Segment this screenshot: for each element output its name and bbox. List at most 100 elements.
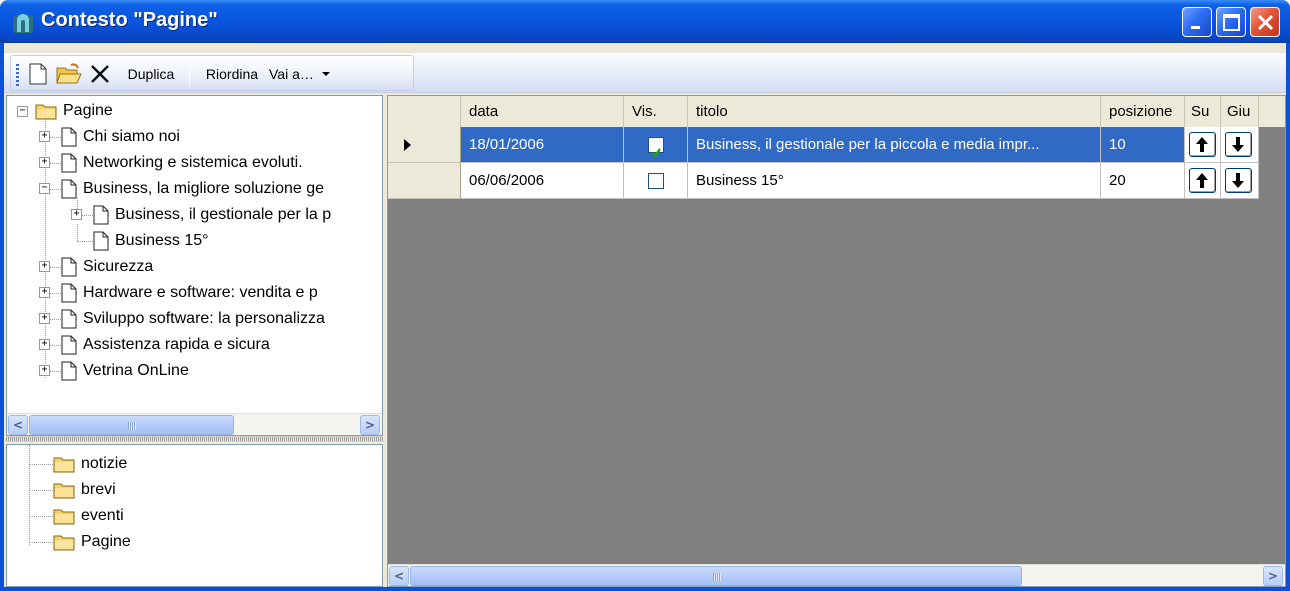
context-item[interactable]: notizie bbox=[53, 451, 127, 477]
grid-header: data Vis. titolo posizione Su Giu bbox=[388, 96, 1285, 127]
move-up-button[interactable] bbox=[1189, 168, 1216, 193]
scroll-thumb[interactable] bbox=[410, 566, 1022, 586]
row-header[interactable] bbox=[388, 163, 461, 199]
cell-titolo[interactable]: Business, il gestionale per la piccola e… bbox=[688, 127, 1101, 163]
collapse-expander[interactable]: − bbox=[17, 105, 28, 117]
reorder-button[interactable]: Riordina bbox=[197, 60, 267, 88]
expand-expander[interactable]: + bbox=[39, 339, 50, 350]
collapse-expander[interactable]: − bbox=[39, 183, 50, 194]
scroll-right-arrow[interactable]: > bbox=[1263, 566, 1283, 586]
toolbar-panel: Duplica Riordina Vai a… bbox=[10, 55, 414, 91]
tree-node[interactable]: + Assistenza rapida e sicura bbox=[39, 332, 270, 358]
grid-hscrollbar[interactable]: < > bbox=[388, 564, 1285, 586]
context-item[interactable]: eventi bbox=[53, 503, 124, 529]
table-row[interactable]: 06/06/2006 Business 15° 20 bbox=[388, 163, 1285, 199]
tree-node[interactable]: + Hardware e software: vendita e p bbox=[39, 280, 318, 306]
tree-line bbox=[29, 464, 53, 465]
tree-node-label: Business 15° bbox=[115, 232, 209, 249]
cell-giu[interactable] bbox=[1221, 163, 1259, 199]
thumb-grip bbox=[128, 422, 136, 430]
scroll-left-arrow[interactable]: < bbox=[389, 566, 409, 586]
cell-posizione[interactable]: 10 bbox=[1101, 127, 1185, 163]
scroll-right-arrow[interactable]: > bbox=[360, 415, 380, 435]
move-up-button[interactable] bbox=[1189, 132, 1216, 157]
cell-data[interactable]: 06/06/2006 bbox=[461, 163, 624, 199]
scroll-thumb[interactable] bbox=[29, 415, 234, 435]
move-down-button[interactable] bbox=[1225, 168, 1252, 193]
context-item[interactable]: brevi bbox=[53, 477, 116, 503]
cell-data[interactable]: 18/01/2006 bbox=[461, 127, 624, 163]
new-button[interactable] bbox=[25, 60, 51, 88]
column-header-su[interactable]: Su bbox=[1185, 96, 1221, 127]
expand-expander[interactable]: + bbox=[39, 261, 50, 272]
context-list[interactable]: notizie brevi eventi Pagine bbox=[6, 444, 383, 587]
cell-posizione[interactable]: 20 bbox=[1101, 163, 1185, 199]
tree-node[interactable]: − Business, la migliore soluzione ge bbox=[39, 176, 324, 202]
scroll-left-arrow[interactable]: < bbox=[8, 415, 28, 435]
arrow-up-icon bbox=[1196, 137, 1208, 152]
maximize-button[interactable] bbox=[1216, 7, 1246, 37]
row-header[interactable] bbox=[388, 127, 461, 163]
column-header-data[interactable]: data bbox=[461, 96, 624, 127]
pane-splitter[interactable] bbox=[6, 436, 383, 442]
tree-node-label: Sviluppo software: la personalizza bbox=[83, 310, 325, 327]
pages-grid[interactable]: data Vis. titolo posizione Su Giu 18/01/… bbox=[387, 95, 1286, 587]
visible-checkbox[interactable] bbox=[648, 137, 664, 158]
cell-su[interactable] bbox=[1185, 163, 1221, 199]
open-folder-icon bbox=[56, 63, 82, 84]
cell-giu[interactable] bbox=[1221, 127, 1259, 163]
context-label: notizie bbox=[81, 455, 128, 472]
move-down-button[interactable] bbox=[1225, 132, 1252, 157]
expand-expander[interactable]: + bbox=[71, 209, 82, 220]
client-area: Duplica Riordina Vai a… − Pagine + Chi s… bbox=[4, 43, 1286, 587]
tree-node-label: Business, il gestionale per la p bbox=[115, 206, 332, 223]
table-row[interactable]: 18/01/2006 Business, il gestionale per la… bbox=[388, 127, 1285, 163]
toolbar: Duplica Riordina Vai a… bbox=[4, 53, 1286, 93]
page-document-icon bbox=[61, 153, 77, 173]
tree-hscrollbar[interactable]: < > bbox=[7, 413, 382, 435]
tree-node[interactable]: + Vetrina OnLine bbox=[39, 358, 189, 384]
expand-expander[interactable]: + bbox=[39, 365, 50, 376]
column-header-giu[interactable]: Giu bbox=[1221, 96, 1259, 127]
context-item[interactable]: Pagine bbox=[53, 529, 131, 555]
expand-expander[interactable]: + bbox=[39, 131, 50, 142]
goto-dropdown[interactable]: Vai a… bbox=[269, 60, 345, 88]
page-document-icon bbox=[61, 257, 77, 277]
tree-node-label: Vetrina OnLine bbox=[83, 362, 189, 379]
tree-line bbox=[29, 542, 53, 543]
tree-node[interactable]: + Sicurezza bbox=[39, 254, 153, 280]
expand-expander[interactable]: + bbox=[39, 157, 50, 168]
tree-node-label: Assistenza rapida e sicura bbox=[83, 336, 270, 353]
expand-expander[interactable]: + bbox=[39, 287, 50, 298]
arrow-up-icon bbox=[1196, 173, 1208, 188]
tree-node[interactable]: + Chi siamo noi bbox=[39, 124, 180, 150]
column-header-titolo[interactable]: titolo bbox=[688, 96, 1101, 127]
minimize-button[interactable] bbox=[1182, 7, 1212, 37]
cell-titolo[interactable]: Business 15° bbox=[688, 163, 1101, 199]
cell-vis[interactable] bbox=[624, 163, 688, 199]
cell-vis[interactable] bbox=[624, 127, 688, 163]
tree-node-root[interactable]: − Pagine bbox=[17, 98, 113, 124]
cell-su[interactable] bbox=[1185, 127, 1221, 163]
title-bar[interactable]: Contesto "Pagine" bbox=[0, 0, 1290, 43]
column-header-vis[interactable]: Vis. bbox=[624, 96, 688, 127]
column-header-posizione[interactable]: posizione bbox=[1101, 96, 1185, 127]
toolbar-grip[interactable] bbox=[16, 64, 19, 86]
checkmark-icon bbox=[651, 148, 662, 158]
close-button[interactable] bbox=[1250, 7, 1280, 37]
tree-line bbox=[29, 490, 53, 491]
thumb-grip bbox=[713, 573, 721, 581]
page-document-icon bbox=[61, 179, 77, 199]
duplicate-button[interactable]: Duplica bbox=[119, 60, 183, 88]
open-button[interactable] bbox=[55, 60, 83, 88]
tree-node[interactable]: + Sviluppo software: la personalizza bbox=[39, 306, 325, 332]
tree-node[interactable]: Business 15° bbox=[93, 228, 209, 254]
page-document-icon bbox=[93, 231, 109, 251]
page-tree[interactable]: − Pagine + Chi siamo noi + Networking e sis… bbox=[6, 95, 383, 436]
tree-node[interactable]: + Networking e sistemica evoluti. bbox=[39, 150, 303, 176]
visible-checkbox[interactable] bbox=[648, 173, 664, 189]
delete-button[interactable] bbox=[87, 60, 113, 88]
tree-node[interactable]: + Business, il gestionale per la p bbox=[71, 202, 332, 228]
tree-line bbox=[29, 445, 30, 545]
expand-expander[interactable]: + bbox=[39, 313, 50, 324]
